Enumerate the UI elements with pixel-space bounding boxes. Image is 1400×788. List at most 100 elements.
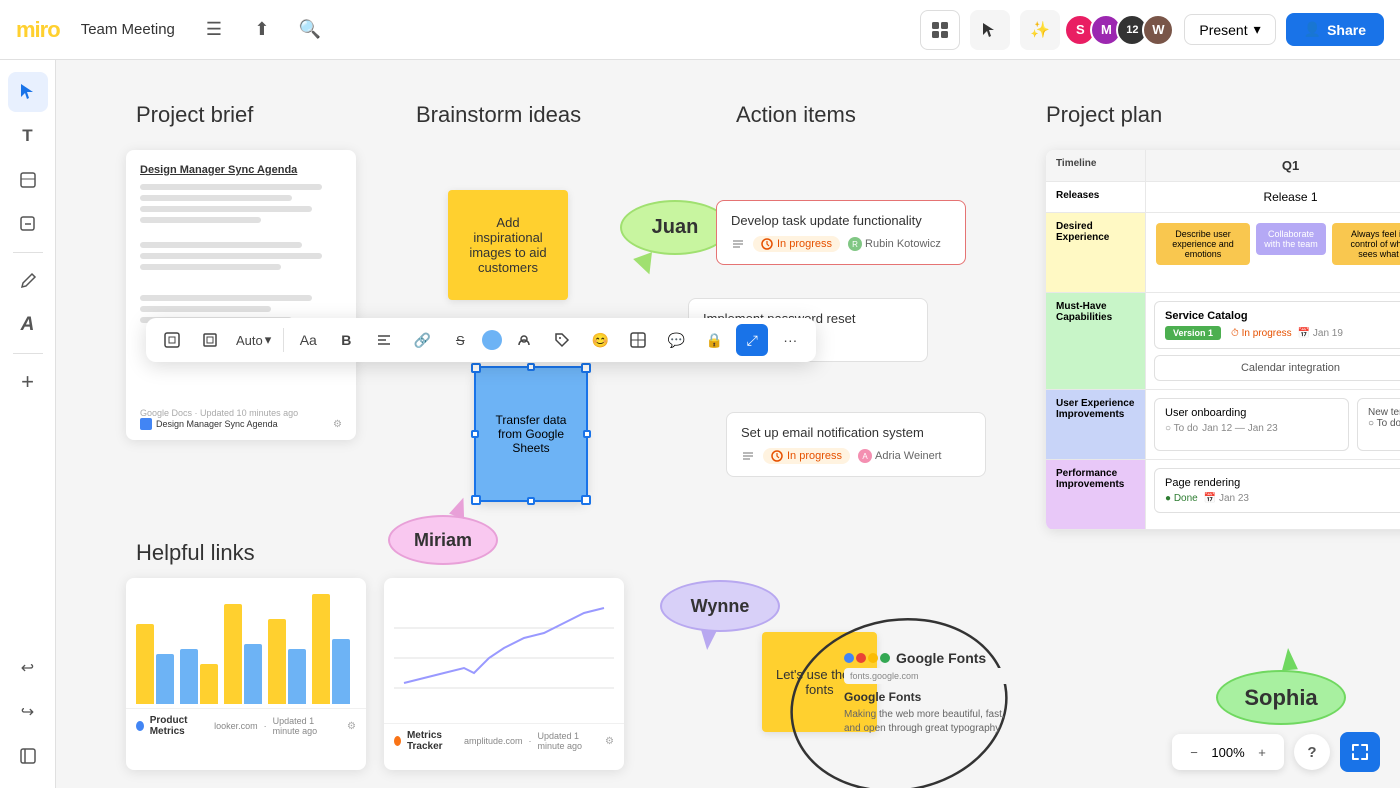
tb-strikethrough-button[interactable]: S	[444, 324, 476, 356]
pp-ux-row: User Experience Improvements User onboar…	[1046, 390, 1400, 460]
expand-icon	[1350, 742, 1370, 762]
pp-pr-meta: ● Done 📅 Jan 23	[1165, 493, 1400, 504]
tb-comment-button[interactable]: 💬	[660, 324, 692, 356]
present-button[interactable]: Present ▾	[1184, 14, 1275, 45]
pp-sticky-3: Always feel in control of who sees what	[1332, 223, 1400, 265]
sticky-transfer-data[interactable]: Transfer data from Google Sheets	[476, 368, 586, 500]
magic-tool-button[interactable]: ✨	[1020, 10, 1060, 50]
tb-more-button[interactable]: ···	[774, 324, 806, 356]
gf-dot-red	[856, 653, 866, 663]
action-1-list-icon	[731, 237, 745, 251]
pp-pr-label: Page rendering	[1165, 477, 1400, 489]
tb-auto-dropdown[interactable]: Auto ▾	[232, 332, 275, 348]
chevron-down-icon: ▾	[1254, 21, 1261, 38]
doc-line-5	[140, 242, 302, 248]
sidebar-item-undo[interactable]: ↩	[8, 648, 48, 688]
action-3-assignee: A Adria Weinert	[858, 449, 941, 463]
callout-juan-container: Juan	[620, 200, 730, 255]
tb-auto-label: Auto	[236, 333, 263, 348]
zoom-out-button[interactable]: −	[1182, 740, 1206, 764]
tb-expand-button[interactable]: ⤢	[736, 324, 768, 356]
resize-handle-t[interactable]	[527, 363, 535, 371]
sidebar-item-text-large[interactable]: A	[8, 305, 48, 345]
pp-perf-row: Performance Improvements Page rendering …	[1046, 460, 1400, 530]
bar-b5	[332, 639, 350, 704]
sticky-transfer-text: Transfer data from Google Sheets	[486, 413, 576, 455]
canvas[interactable]: Project brief Brainstorm ideas Action it…	[56, 60, 1400, 788]
resize-handle-tl[interactable]	[471, 363, 481, 373]
sidebar-item-pencil[interactable]	[8, 261, 48, 301]
resize-handle-b[interactable]	[527, 497, 535, 505]
resize-handle-l[interactable]	[471, 430, 479, 438]
tb-font-button[interactable]: Aa	[292, 324, 324, 356]
section-actions: Action items	[736, 102, 856, 128]
doc-line-1	[140, 184, 322, 190]
pp-pr-date: 📅 Jan 23	[1204, 493, 1249, 504]
pp-must-have-label: Must-Have Capabilities	[1046, 293, 1146, 389]
tb-mention-button[interactable]	[508, 324, 540, 356]
sidebar-item-redo[interactable]: ↪	[8, 692, 48, 732]
pp-release1: Release 1	[1146, 182, 1400, 212]
sidebar-item-panel[interactable]	[8, 736, 48, 776]
sidebar-divider	[13, 252, 43, 253]
tb-align-button[interactable]	[368, 324, 400, 356]
bar-group-4	[268, 619, 306, 704]
tb-emoji-button[interactable]: 😊	[584, 324, 616, 356]
tb-resize-icon[interactable]	[156, 324, 188, 356]
doc-line-7	[140, 264, 281, 270]
action-1-meta: In progress R Rubin Kotowicz	[731, 236, 951, 252]
pp-desired-exp-row: Desired Experience Describe user experie…	[1046, 213, 1400, 293]
sidebar-item-shapes[interactable]	[8, 204, 48, 244]
section-helpful-links: Helpful links	[136, 540, 255, 566]
sidebar-item-add[interactable]: +	[8, 362, 48, 402]
tb-bold-button[interactable]: B	[330, 324, 362, 356]
upload-icon[interactable]: ⬆	[244, 12, 280, 48]
google-logo-dots	[844, 653, 890, 663]
doc-source-label: Google Docs · Updated 10 minutes ago	[140, 408, 298, 418]
help-button[interactable]: ?	[1294, 734, 1330, 770]
floating-toolbar: Auto ▾ Aa B 🔗 S 😊 💬 🔒 ⤢ ···	[146, 318, 816, 362]
sidebar-divider-2	[13, 353, 43, 354]
avatar-3: W	[1142, 14, 1174, 46]
pp-uo-meta: ○ To do Jan 12 — Jan 23	[1165, 423, 1338, 434]
sidebar-item-cursor[interactable]	[8, 72, 48, 112]
bar-y2	[200, 664, 218, 704]
resize-handle-bl[interactable]	[471, 495, 481, 505]
bar-y4	[268, 619, 286, 704]
zoom-in-button[interactable]: +	[1250, 740, 1274, 764]
cursor-tool-button[interactable]	[970, 10, 1010, 50]
chart-2-inner	[384, 578, 624, 723]
fit-to-screen-button[interactable]	[1340, 732, 1380, 772]
action-1-assignee: R Rubin Kotowicz	[848, 237, 941, 251]
share-button[interactable]: 👤 Share	[1286, 13, 1384, 46]
apps-button[interactable]	[920, 10, 960, 50]
line-chart-svg	[394, 588, 614, 708]
share-icon: 👤	[1304, 21, 1321, 38]
callout-sophia: Sophia	[1216, 670, 1346, 725]
topbar-left: miro Team Meeting ☰ ⬆ 🔍	[16, 12, 328, 48]
sidebar-item-text[interactable]: T	[8, 116, 48, 156]
doc-line-3	[140, 206, 312, 212]
tb-tag-button[interactable]	[546, 324, 578, 356]
section-project-brief: Project brief	[136, 102, 253, 128]
section-brainstorm: Brainstorm ideas	[416, 102, 581, 128]
resize-handle-tr[interactable]	[581, 363, 591, 373]
chart-2-footer: Metrics Tracker amplitude.com · Updated …	[384, 723, 624, 758]
miro-logo: miro	[16, 17, 60, 43]
resize-handle-br[interactable]	[581, 495, 591, 505]
tb-link-button[interactable]: 🔗	[406, 324, 438, 356]
tb-frame-icon[interactable]	[194, 324, 226, 356]
pp-uo-date: Jan 12 — Jan 23	[1202, 423, 1278, 434]
doc-card: Design Manager Sync Agenda Design Manage…	[126, 150, 356, 440]
callout-juan: Juan	[620, 200, 730, 255]
sticky-inspirational[interactable]: Add inspirational images to aid customer…	[448, 190, 568, 300]
sidebar-item-sticky[interactable]	[8, 160, 48, 200]
menu-icon[interactable]: ☰	[196, 12, 232, 48]
tb-table-button[interactable]	[622, 324, 654, 356]
search-icon[interactable]: 🔍	[292, 12, 328, 48]
board-title[interactable]: Team Meeting	[72, 16, 184, 43]
resize-handle-r[interactable]	[583, 430, 591, 438]
tb-color-circle[interactable]	[482, 330, 502, 350]
tb-lock-button[interactable]: 🔒	[698, 324, 730, 356]
doc-line-2	[140, 195, 292, 201]
